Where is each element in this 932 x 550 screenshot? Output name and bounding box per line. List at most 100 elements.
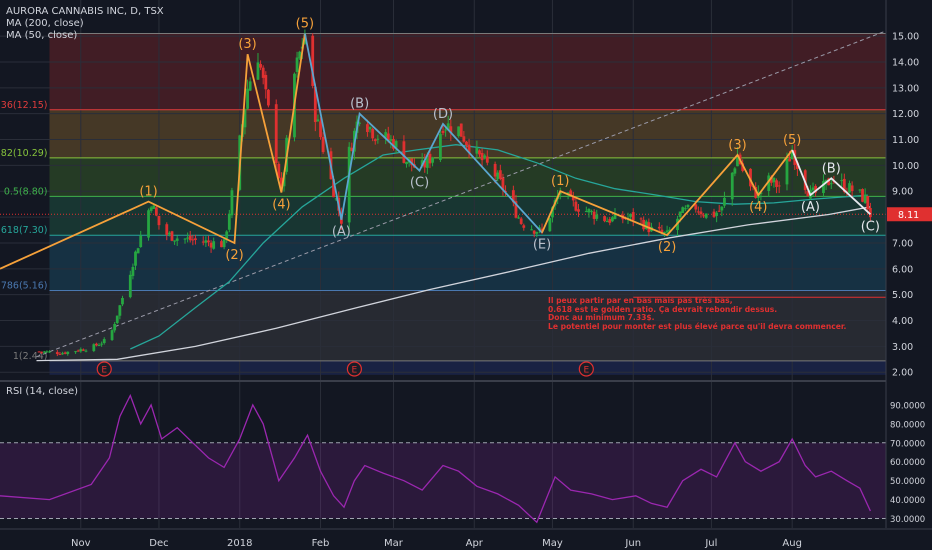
candle-body [465, 141, 468, 146]
fib-level-label: 0.5(8.80) [4, 186, 48, 197]
candle-body [530, 229, 533, 231]
candle-body [840, 180, 844, 182]
candle-body [230, 190, 234, 216]
wave-main-label: (3) [238, 37, 256, 52]
candle-body [702, 215, 705, 217]
wave-corrective-label: (C) [410, 176, 429, 191]
candle-body [496, 172, 500, 179]
candle-body [694, 204, 698, 210]
candle-body [76, 350, 80, 352]
candle-body [63, 352, 67, 354]
candle-body [147, 210, 150, 238]
candle-body [785, 158, 789, 185]
candle-body [459, 123, 463, 137]
wave-main-label: (4) [272, 198, 290, 213]
rsi-legend[interactable]: RSI (14, close) [6, 386, 78, 397]
candle-body [603, 216, 606, 222]
candle-body [152, 205, 156, 209]
candle-body [92, 344, 96, 351]
candle-body [74, 351, 77, 353]
candle-body [175, 238, 179, 241]
candle-body [519, 218, 523, 224]
last-price-label: 8.11 [898, 210, 919, 221]
y-tick-label: 9.00 [892, 187, 913, 198]
y-tick-label: 11.00 [892, 135, 919, 146]
candle-body [128, 274, 132, 298]
candle-body [610, 217, 614, 222]
candle-body [723, 197, 726, 206]
candle-body [136, 248, 140, 254]
candle-body [441, 131, 445, 133]
candle-body [574, 201, 578, 211]
candle-body [457, 126, 461, 137]
annotation-line: Le potentiel pour monter est plus élevé … [548, 321, 847, 331]
candle-body [220, 241, 223, 248]
candle-body [858, 189, 862, 191]
candle-body [405, 161, 408, 165]
candle-body [227, 213, 231, 230]
y-tick-label: 12.00 [892, 109, 919, 120]
x-tick-label: Aug [782, 538, 802, 549]
fib-level-label: 0.236(12.15) [0, 100, 48, 111]
candle-body [389, 139, 393, 141]
ma50-legend[interactable]: MA (50, close) [6, 30, 77, 41]
wave-corrective-label: (D) [433, 107, 453, 122]
chart-title: AURORA CANNABIS INC, D, TSX [6, 6, 164, 17]
candle-body [788, 158, 791, 162]
candle-body [686, 204, 690, 208]
candle-body [81, 349, 85, 351]
fib-zone [49, 33, 886, 110]
candle-body [261, 67, 265, 78]
x-tick-label: Mar [384, 538, 404, 549]
candle-body [95, 343, 98, 346]
candle-body [678, 211, 682, 217]
candle-body [431, 157, 434, 163]
candle-body [256, 62, 260, 80]
wave-main-label: (2) [225, 248, 243, 263]
earnings-marker-label: E [583, 366, 589, 376]
y-tick-label: 14.00 [892, 57, 919, 68]
wave-main-2-label: (2) [658, 240, 676, 255]
candle-body [517, 217, 520, 219]
y-tick-label: 3.00 [892, 342, 913, 353]
candle-body [590, 210, 593, 212]
candle-body [165, 224, 169, 235]
rsi-tick-label: 40.0000 [890, 496, 925, 506]
x-tick-label: May [542, 538, 563, 549]
candle-body [629, 213, 633, 217]
ma200-legend[interactable]: MA (200, close) [6, 18, 84, 29]
candle-body [316, 119, 320, 122]
candle-body [173, 240, 176, 242]
candle-body [483, 155, 487, 159]
y-tick-label: 2.00 [892, 368, 913, 379]
y-tick-label: 10.00 [892, 161, 919, 172]
wave-corrective-2-label: (A) [801, 200, 820, 215]
wave-corrective-label: (E) [533, 238, 551, 253]
candle-body [371, 129, 375, 139]
x-tick-label: Jul [704, 538, 717, 549]
candle-body [194, 238, 197, 241]
candle-body [139, 235, 143, 248]
candle-body [535, 232, 539, 234]
rsi-tick-label: 30.0000 [890, 515, 925, 525]
fib-level-label: 0.382(10.29) [0, 148, 48, 159]
x-tick-label: Nov [71, 538, 91, 549]
candle-body [186, 237, 190, 239]
candle-body [402, 141, 406, 163]
candle-body [863, 194, 867, 203]
candle-body [170, 231, 174, 241]
candle-body [295, 57, 299, 72]
candle-body [131, 266, 135, 276]
candle-body [696, 211, 700, 213]
candle-body [444, 129, 448, 131]
candle-body [84, 350, 88, 352]
rsi-tick-label: 80.0000 [890, 420, 925, 430]
candle-body [848, 183, 851, 193]
candle-body [188, 235, 192, 241]
candle-body [157, 215, 161, 226]
candle-body [113, 323, 117, 331]
wave-corrective-label: (A) [332, 225, 351, 240]
candle-body [212, 241, 216, 249]
candle-body [475, 147, 479, 154]
candle-body [522, 225, 526, 228]
